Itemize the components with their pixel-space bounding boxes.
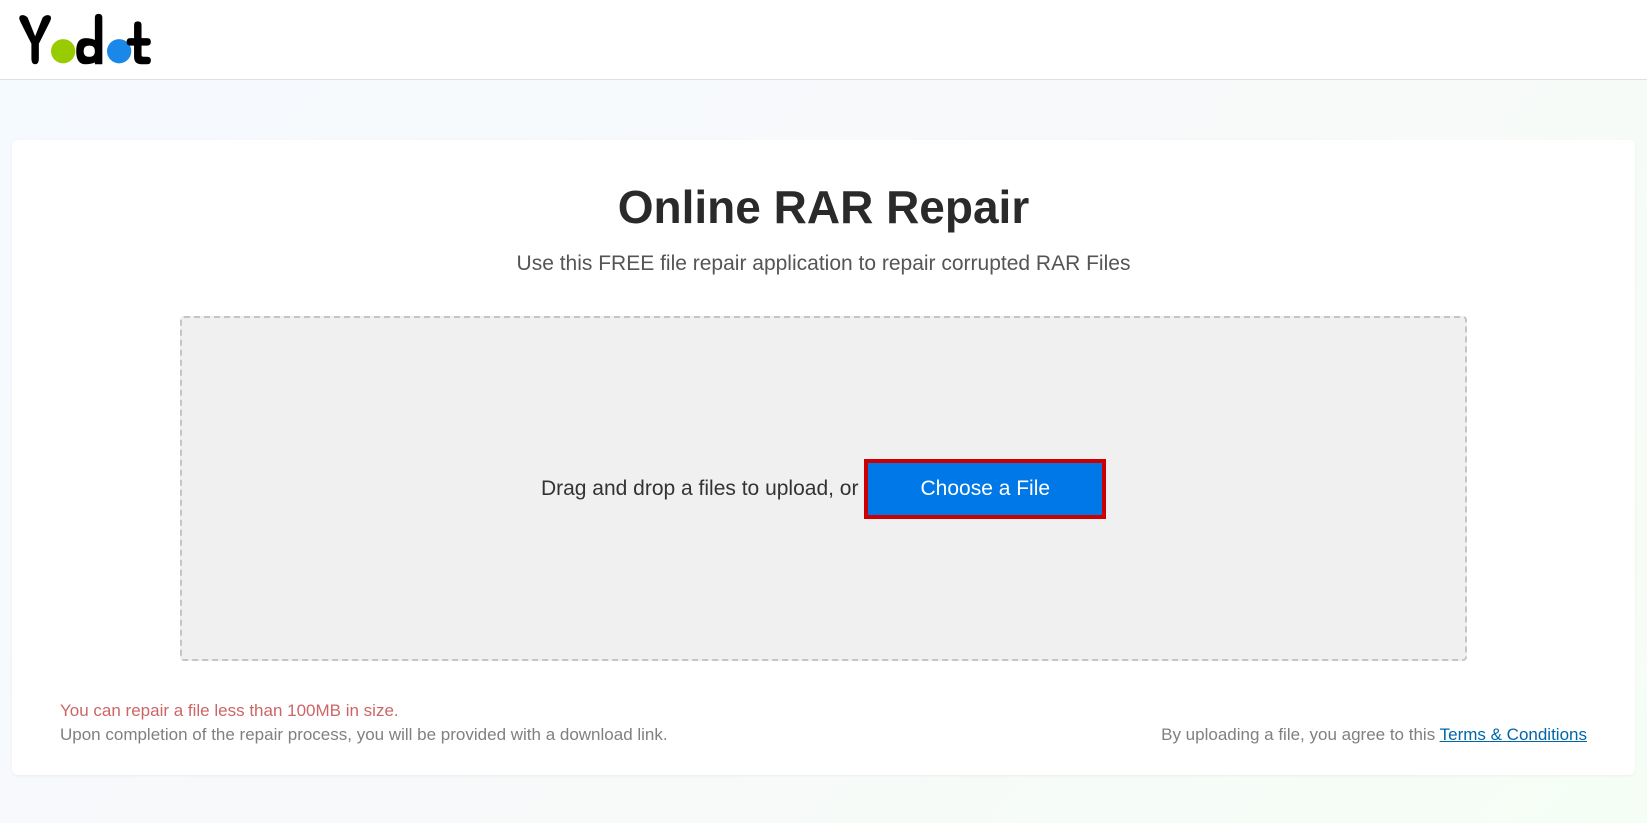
dropzone-content: Drag and drop a files to upload, or Choo…: [541, 459, 1106, 519]
page-title: Online RAR Repair: [60, 180, 1587, 234]
terms-link[interactable]: Terms & Conditions: [1440, 725, 1587, 744]
page-subtitle: Use this FREE file repair application to…: [60, 252, 1587, 276]
choose-file-highlight: Choose a File: [864, 459, 1106, 519]
footer-left: You can repair a file less than 100MB in…: [60, 701, 668, 745]
footer-info: You can repair a file less than 100MB in…: [60, 701, 1587, 745]
choose-file-button[interactable]: Choose a File: [868, 463, 1102, 515]
footer-right: By uploading a file, you agree to this T…: [1161, 725, 1587, 745]
completion-note: Upon completion of the repair process, y…: [60, 725, 668, 745]
dropzone-text: Drag and drop a files to upload, or: [541, 477, 859, 501]
size-warning: You can repair a file less than 100MB in…: [60, 701, 668, 721]
header: [0, 0, 1647, 80]
agree-text: By uploading a file, you agree to this: [1161, 725, 1439, 744]
file-dropzone[interactable]: Drag and drop a files to upload, or Choo…: [180, 316, 1467, 661]
main-card: Online RAR Repair Use this FREE file rep…: [12, 140, 1635, 775]
brand-logo[interactable]: [18, 12, 168, 68]
